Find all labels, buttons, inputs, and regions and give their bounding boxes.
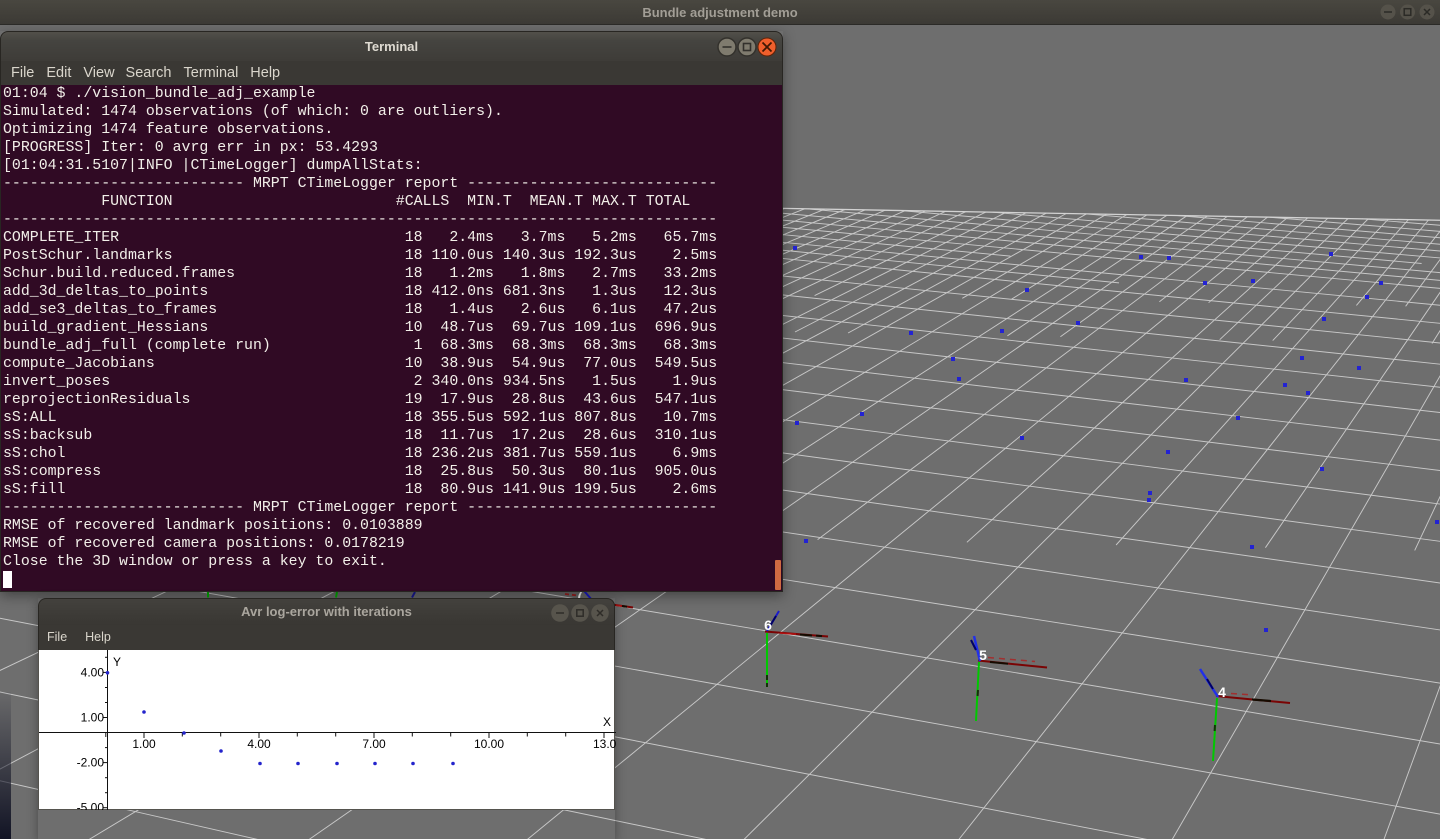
svg-text:X: X [603, 715, 611, 729]
svg-text:6: 6 [764, 617, 772, 633]
svg-text:10.00: 10.00 [474, 737, 504, 751]
svg-text:5: 5 [979, 647, 987, 663]
svg-text:1.00: 1.00 [81, 711, 105, 725]
svg-text:7.00: 7.00 [362, 737, 386, 751]
svg-text:1.00: 1.00 [132, 737, 156, 751]
svg-text:4.00: 4.00 [81, 666, 105, 680]
svg-text:-2.00: -2.00 [77, 756, 105, 770]
svg-text:Y: Y [113, 655, 121, 669]
svg-text:4.00: 4.00 [247, 737, 271, 751]
svg-text:4: 4 [1218, 684, 1226, 700]
svg-text:13.00: 13.00 [593, 737, 616, 751]
svg-text:-5.00: -5.00 [77, 801, 105, 810]
